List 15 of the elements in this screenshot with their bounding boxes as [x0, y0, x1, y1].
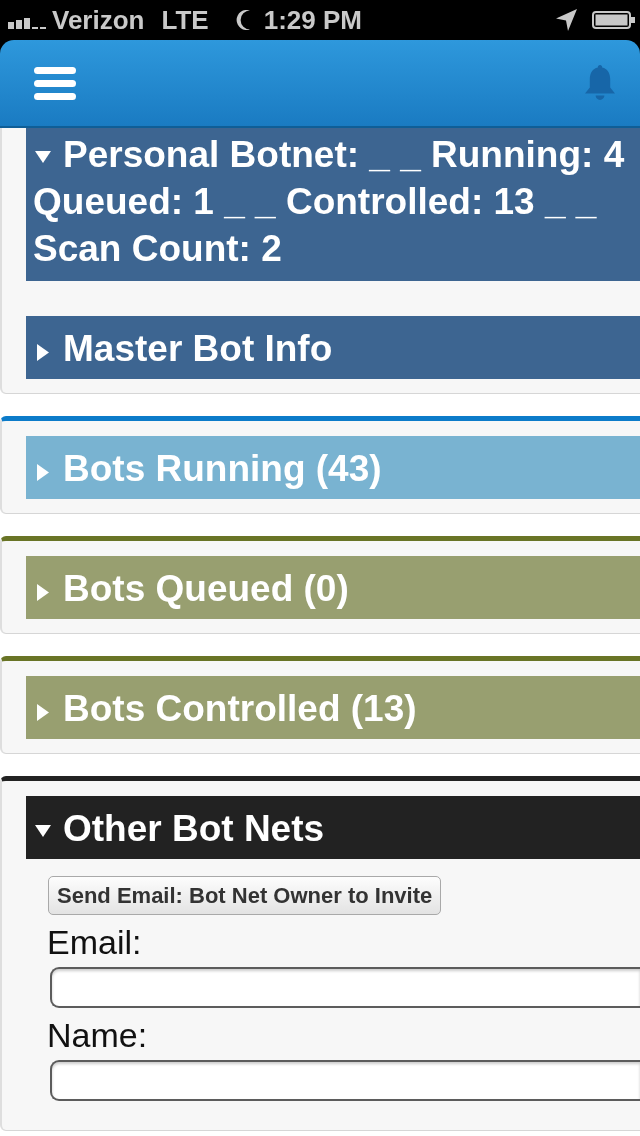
signal-icon	[8, 15, 46, 29]
field-label: Email:	[47, 922, 143, 962]
input-field[interactable]	[50, 967, 640, 1008]
send-email-button[interactable]: Send Email: Bot Net Owner to Invite	[48, 876, 442, 915]
menu-icon[interactable]	[34, 66, 76, 100]
carrier-name: Verizon	[52, 5, 145, 35]
collapsible-header[interactable]: Other Bot Nets	[26, 796, 640, 859]
collapsible-header[interactable]: Personal Botnet: _ _ Running: 4 Queued: 1 _ _ Controlled: 13 _ _ Scan Count: 2	[26, 128, 640, 281]
network-type: LTE	[161, 5, 209, 35]
location-arrow-icon	[556, 9, 577, 31]
collapsible-header[interactable]: Master Bot Info	[26, 316, 640, 379]
input-field[interactable]	[50, 1060, 640, 1101]
battery-icon	[592, 11, 635, 29]
clock-time: 1:29 PM	[263, 5, 362, 35]
field-label: Name:	[47, 1015, 149, 1055]
